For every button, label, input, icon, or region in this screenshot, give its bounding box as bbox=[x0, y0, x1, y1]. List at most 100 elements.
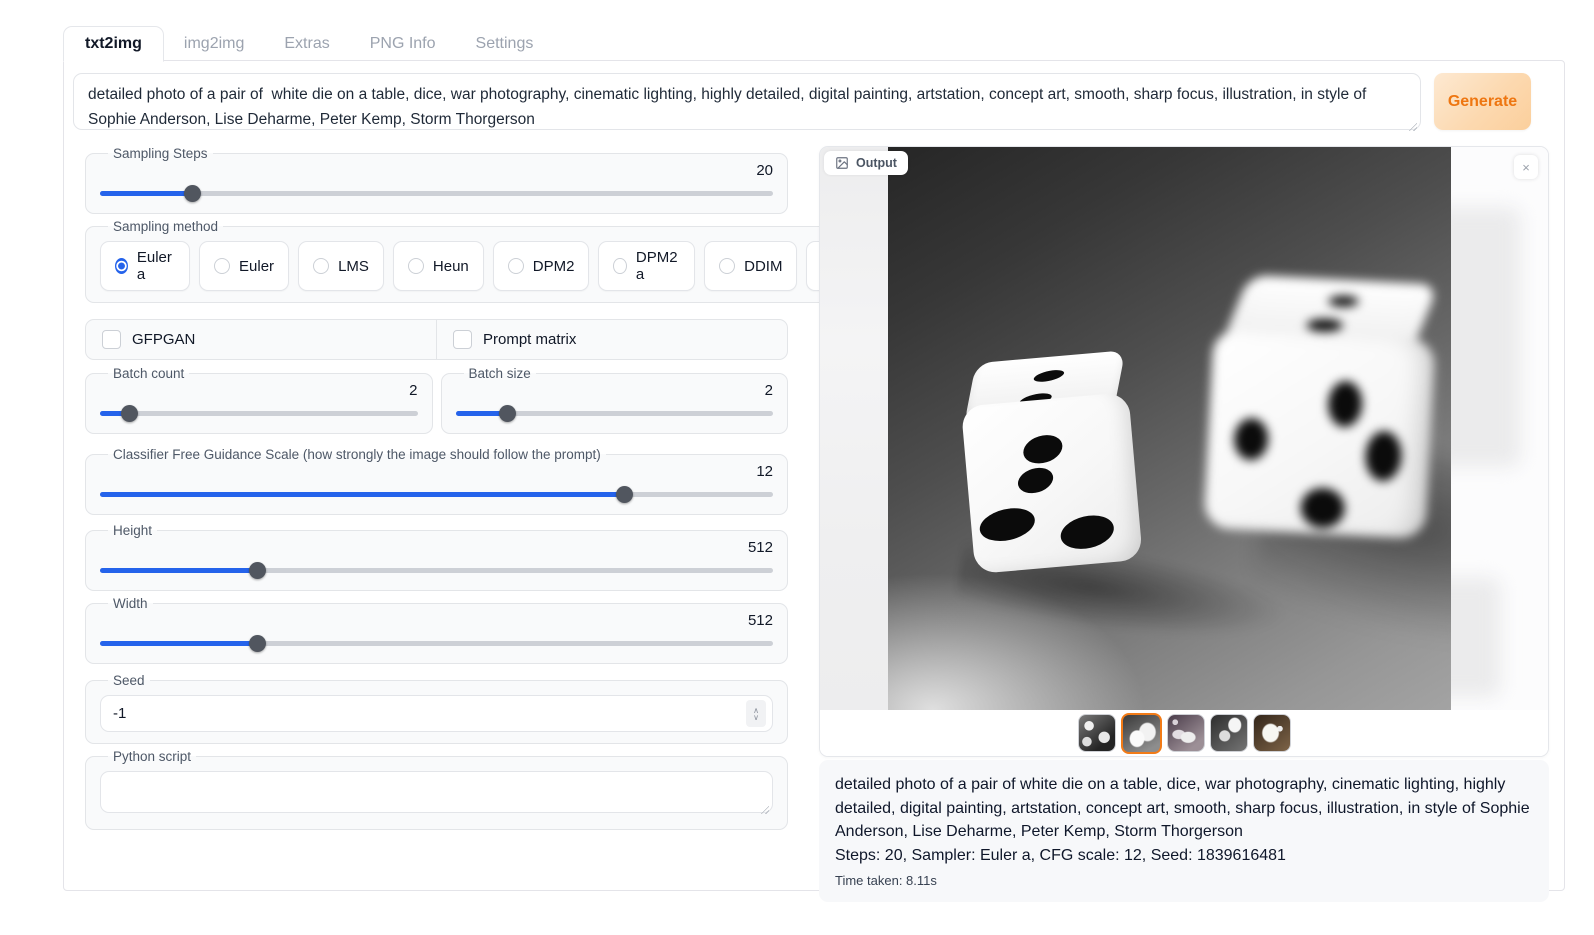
output-column: Output × bbox=[819, 146, 1549, 902]
slider-fill bbox=[100, 641, 257, 646]
tab-settings[interactable]: Settings bbox=[456, 27, 554, 61]
python-script-wrap bbox=[100, 771, 773, 818]
sampling-steps-label: Sampling Steps bbox=[108, 146, 213, 161]
radio-icon bbox=[214, 258, 230, 274]
slider-fill bbox=[100, 568, 257, 573]
slider-thumb[interactable] bbox=[616, 486, 633, 503]
prompt-matrix-checkbox[interactable] bbox=[453, 330, 472, 349]
sampling-method-label: Sampling method bbox=[108, 219, 223, 234]
batch-count-group: Batch count 2 bbox=[85, 366, 433, 434]
slider-thumb[interactable] bbox=[249, 635, 266, 652]
slider-track[interactable] bbox=[100, 191, 773, 196]
seed-input-wrap: ∧ ∨ bbox=[100, 695, 773, 732]
batch-size-value: 2 bbox=[456, 382, 774, 401]
prompt-row: detailed photo of a pair of white die on… bbox=[73, 73, 1531, 135]
prompt-input[interactable]: detailed photo of a pair of white die on… bbox=[73, 73, 1421, 130]
preview-right-strip bbox=[1451, 147, 1548, 710]
prompt-wrap: detailed photo of a pair of white die on… bbox=[73, 73, 1421, 135]
output-label: Output bbox=[824, 151, 908, 175]
width-label: Width bbox=[108, 596, 153, 611]
batch-size-label: Batch size bbox=[464, 366, 536, 381]
batch-count-label: Batch count bbox=[108, 366, 189, 381]
radio-lms[interactable]: LMS bbox=[298, 241, 384, 291]
seed-input[interactable] bbox=[100, 695, 773, 732]
radio-icon bbox=[719, 258, 735, 274]
seed-group: Seed ∧ ∨ bbox=[85, 673, 788, 744]
python-script-group: Python script bbox=[85, 749, 788, 830]
tab-txt2img[interactable]: txt2img bbox=[63, 26, 164, 62]
thumbnail-2[interactable] bbox=[1121, 713, 1162, 754]
toggles-row: GFPGAN Prompt matrix bbox=[85, 319, 788, 360]
width-value: 512 bbox=[100, 612, 773, 631]
output-label-text: Output bbox=[856, 156, 897, 170]
slider-track[interactable] bbox=[100, 568, 773, 573]
python-script-label: Python script bbox=[108, 749, 196, 764]
tab-png-info[interactable]: PNG Info bbox=[350, 27, 456, 61]
slider-track[interactable] bbox=[100, 492, 773, 497]
thumbnail-4[interactable] bbox=[1210, 714, 1248, 752]
height-slider[interactable] bbox=[100, 561, 773, 579]
tab-bar: txt2img img2img Extras PNG Info Settings bbox=[63, 26, 553, 61]
caption-prompt: detailed photo of a pair of white die on… bbox=[835, 773, 1533, 844]
output-gallery: Output × bbox=[819, 146, 1549, 757]
radio-icon bbox=[408, 258, 424, 274]
close-gallery-button[interactable]: × bbox=[1514, 155, 1538, 179]
height-label: Height bbox=[108, 523, 157, 538]
thumbnail-5[interactable] bbox=[1253, 714, 1291, 752]
prompt-matrix-option[interactable]: Prompt matrix bbox=[436, 320, 787, 359]
thumbnail-1[interactable] bbox=[1078, 714, 1116, 752]
radio-icon bbox=[508, 258, 524, 274]
sampling-steps-group: Sampling Steps 20 bbox=[85, 146, 788, 214]
slider-track[interactable] bbox=[100, 411, 418, 416]
height-value: 512 bbox=[100, 539, 773, 558]
caption-time: Time taken: 8.11s bbox=[835, 873, 1533, 888]
seed-label: Seed bbox=[108, 673, 150, 688]
radio-dpm2[interactable]: DPM2 bbox=[493, 241, 590, 291]
generation-info: detailed photo of a pair of white die on… bbox=[819, 760, 1549, 902]
python-script-input[interactable] bbox=[100, 771, 773, 813]
height-group: Height 512 bbox=[85, 523, 788, 591]
width-group: Width 512 bbox=[85, 596, 788, 664]
radio-euler[interactable]: Euler bbox=[199, 241, 289, 291]
slider-thumb[interactable] bbox=[184, 185, 201, 202]
gfpgan-option[interactable]: GFPGAN bbox=[86, 320, 436, 359]
slider-thumb[interactable] bbox=[499, 405, 516, 422]
caption-params: Steps: 20, Sampler: Euler a, CFG scale: … bbox=[835, 844, 1533, 868]
txt2img-panel: detailed photo of a pair of white die on… bbox=[63, 60, 1565, 891]
gfpgan-checkbox[interactable] bbox=[102, 330, 121, 349]
tab-extras[interactable]: Extras bbox=[264, 27, 349, 61]
batch-size-group: Batch size 2 bbox=[441, 366, 789, 434]
cfg-scale-slider[interactable] bbox=[100, 485, 773, 503]
slider-track[interactable] bbox=[456, 411, 774, 416]
thumbnail-3[interactable] bbox=[1167, 714, 1205, 752]
slider-thumb[interactable] bbox=[249, 562, 266, 579]
preview-left-strip bbox=[820, 147, 888, 710]
slider-fill bbox=[100, 191, 192, 196]
batch-count-value: 2 bbox=[100, 382, 418, 401]
generated-image[interactable] bbox=[888, 147, 1451, 710]
seed-stepper[interactable]: ∧ ∨ bbox=[746, 700, 766, 727]
batch-size-slider[interactable] bbox=[456, 404, 774, 422]
batch-count-slider[interactable] bbox=[100, 404, 418, 422]
app-root: txt2img img2img Extras PNG Info Settings… bbox=[0, 0, 1594, 935]
width-slider[interactable] bbox=[100, 634, 773, 652]
sampling-steps-slider[interactable] bbox=[100, 184, 773, 202]
sampling-method-group: Sampling method Euler a Euler LMS bbox=[85, 219, 917, 303]
stepper-down-icon[interactable]: ∨ bbox=[753, 714, 759, 721]
generate-button[interactable]: Generate bbox=[1434, 73, 1531, 130]
slider-thumb[interactable] bbox=[121, 405, 138, 422]
radio-dpm2-a[interactable]: DPM2 a bbox=[598, 241, 695, 291]
radio-icon bbox=[115, 258, 128, 274]
radio-icon bbox=[313, 258, 329, 274]
tab-img2img[interactable]: img2img bbox=[164, 27, 264, 61]
cfg-scale-value: 12 bbox=[100, 463, 773, 482]
radio-heun[interactable]: Heun bbox=[393, 241, 484, 291]
cfg-scale-label: Classifier Free Guidance Scale (how stro… bbox=[108, 447, 606, 462]
radio-ddim[interactable]: DDIM bbox=[704, 241, 797, 291]
image-icon bbox=[835, 156, 849, 170]
thumbnail-strip bbox=[820, 710, 1548, 756]
slider-fill bbox=[100, 492, 624, 497]
settings-column: Sampling Steps 20 Sampling method bbox=[85, 146, 788, 902]
radio-euler-a[interactable]: Euler a bbox=[100, 241, 190, 291]
slider-track[interactable] bbox=[100, 641, 773, 646]
